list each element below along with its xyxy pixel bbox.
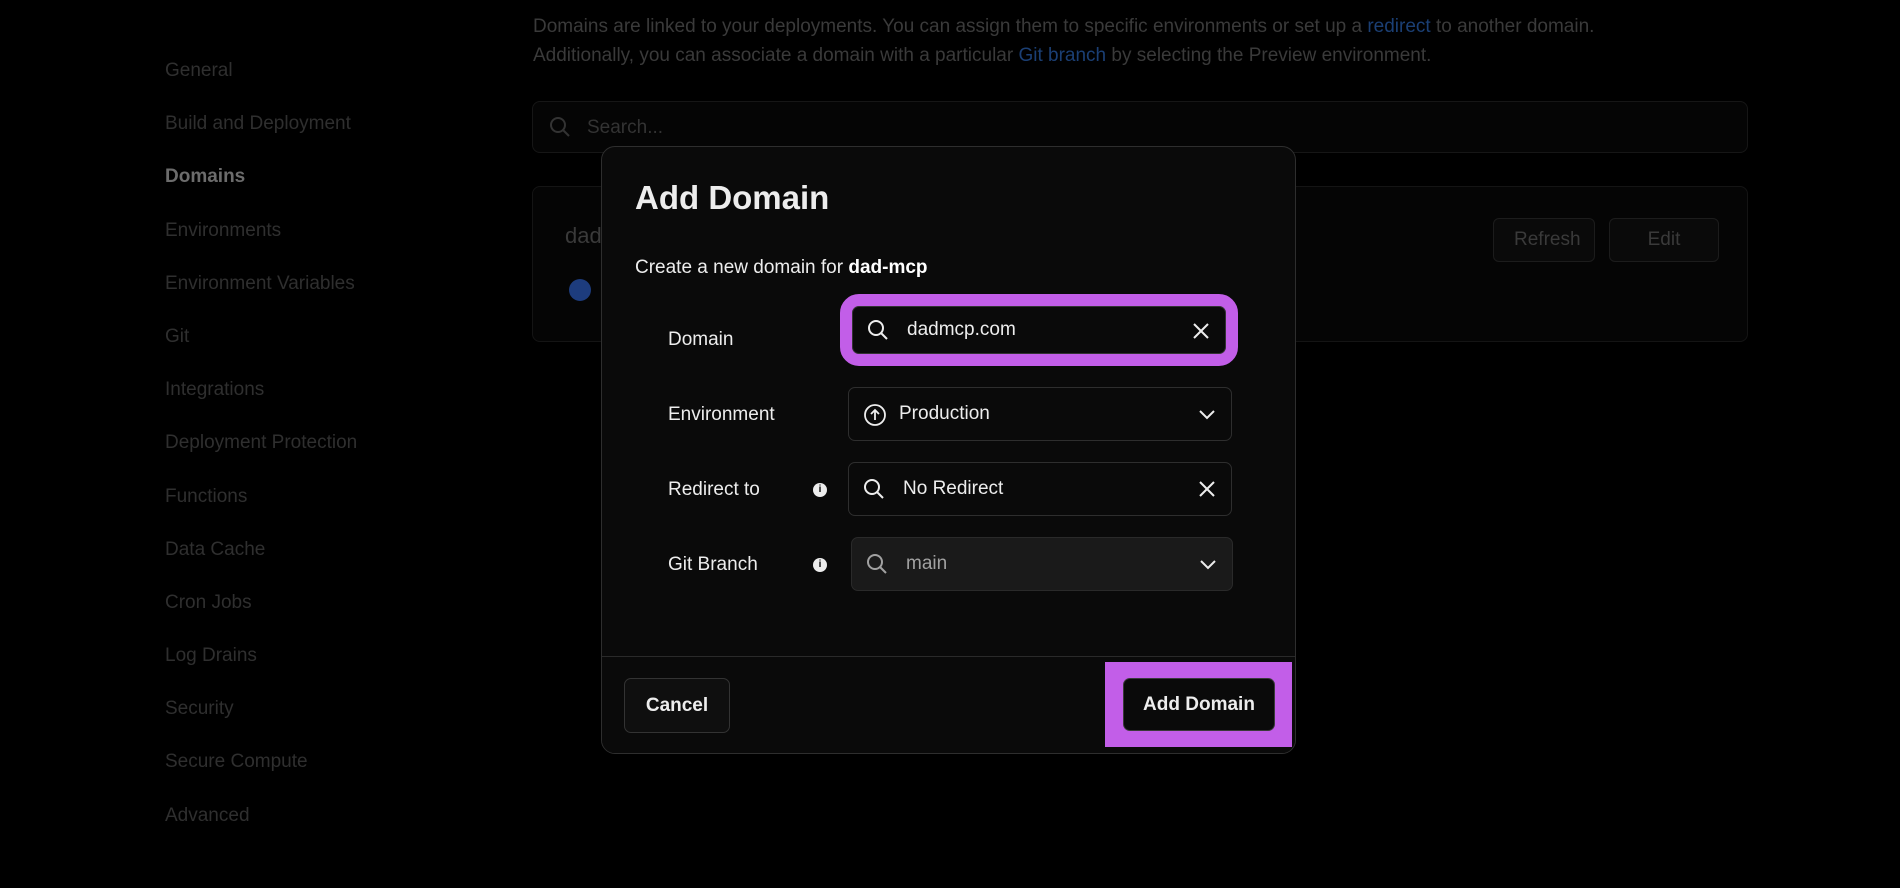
sidebar-item-data-cache[interactable]: Data Cache <box>165 529 495 582</box>
sidebar-item-functions[interactable]: Functions <box>165 476 495 529</box>
intro-text-2b: by selecting the Preview environment. <box>1106 45 1432 66</box>
clear-icon[interactable] <box>1191 321 1211 346</box>
git-branch-label: Git Branch <box>668 554 758 575</box>
domain-card-title: dad <box>565 223 602 248</box>
add-domain-button[interactable]: Add Domain <box>1123 678 1275 731</box>
redirect-label: Redirect to <box>668 479 760 500</box>
environment-label: Environment <box>668 404 775 425</box>
sidebar-item-environment-variables[interactable]: Environment Variables <box>165 263 495 316</box>
chevron-down-icon[interactable] <box>1198 554 1218 579</box>
page: General Build and Deployment Domains Env… <box>0 0 1900 888</box>
info-icon[interactable]: i <box>813 483 827 497</box>
edit-button[interactable]: Edit <box>1609 218 1719 262</box>
sidebar-item-log-drains[interactable]: Log Drains <box>165 635 495 688</box>
environment-value: Production <box>899 403 990 424</box>
modal-subtitle-prefix: Create a new domain for <box>635 257 849 278</box>
search-icon <box>863 478 885 505</box>
modal-footer: Cancel Add Domain <box>602 657 1295 753</box>
clear-icon[interactable] <box>1197 479 1217 504</box>
domain-field <box>840 294 1238 366</box>
sidebar-item-git[interactable]: Git <box>165 316 495 369</box>
info-icon[interactable]: i <box>813 558 827 572</box>
search-icon <box>866 553 888 580</box>
intro-text-1a: Domains are linked to your deployments. … <box>533 16 1368 37</box>
domains-description: Domains are linked to your deployments. … <box>533 12 1733 70</box>
production-icon <box>863 403 887 432</box>
domain-label: Domain <box>668 329 734 350</box>
search-icon <box>549 116 571 143</box>
sidebar-item-cron-jobs[interactable]: Cron Jobs <box>165 582 495 635</box>
add-domain-highlight: Add Domain <box>1105 662 1292 747</box>
intro-text-2a: Additionally, you can associate a domain… <box>533 45 1019 66</box>
sidebar-item-general[interactable]: General <box>165 50 495 103</box>
sidebar-item-build-and-deployment[interactable]: Build and Deployment <box>165 103 495 156</box>
project-name: dad-mcp <box>848 257 928 278</box>
sidebar-item-advanced[interactable]: Advanced <box>165 795 495 848</box>
redirect-link[interactable]: redirect <box>1367 16 1430 37</box>
modal-title: Add Domain <box>635 179 830 216</box>
redirect-input[interactable] <box>903 475 1173 503</box>
sidebar-item-integrations[interactable]: Integrations <box>165 369 495 422</box>
sidebar-item-secure-compute[interactable]: Secure Compute <box>165 741 495 794</box>
modal-subtitle: Create a new domain for dad-mcp <box>635 257 928 279</box>
domains-search-input[interactable] <box>585 112 1689 144</box>
sidebar-item-deployment-protection[interactable]: Deployment Protection <box>165 422 495 475</box>
domain-input[interactable] <box>907 316 1177 344</box>
git-branch-input[interactable] <box>906 550 1176 578</box>
refresh-button[interactable]: Refresh <box>1493 218 1595 262</box>
sidebar-item-environments[interactable]: Environments <box>165 210 495 263</box>
environment-select[interactable]: Production <box>848 387 1232 441</box>
git-branch-link[interactable]: Git branch <box>1018 45 1106 66</box>
search-icon <box>867 319 889 346</box>
sidebar-item-security[interactable]: Security <box>165 688 495 741</box>
git-branch-field <box>851 537 1233 591</box>
settings-sidebar: General Build and Deployment Domains Env… <box>165 50 495 848</box>
chevron-down-icon <box>1197 404 1217 429</box>
intro-text-1b: to another domain. <box>1430 16 1595 37</box>
check-icon <box>569 279 591 301</box>
cancel-button[interactable]: Cancel <box>624 678 730 733</box>
sidebar-item-domains[interactable]: Domains <box>165 156 495 209</box>
redirect-field <box>848 462 1232 516</box>
add-domain-modal: Add Domain Create a new domain for dad-m… <box>601 146 1296 754</box>
